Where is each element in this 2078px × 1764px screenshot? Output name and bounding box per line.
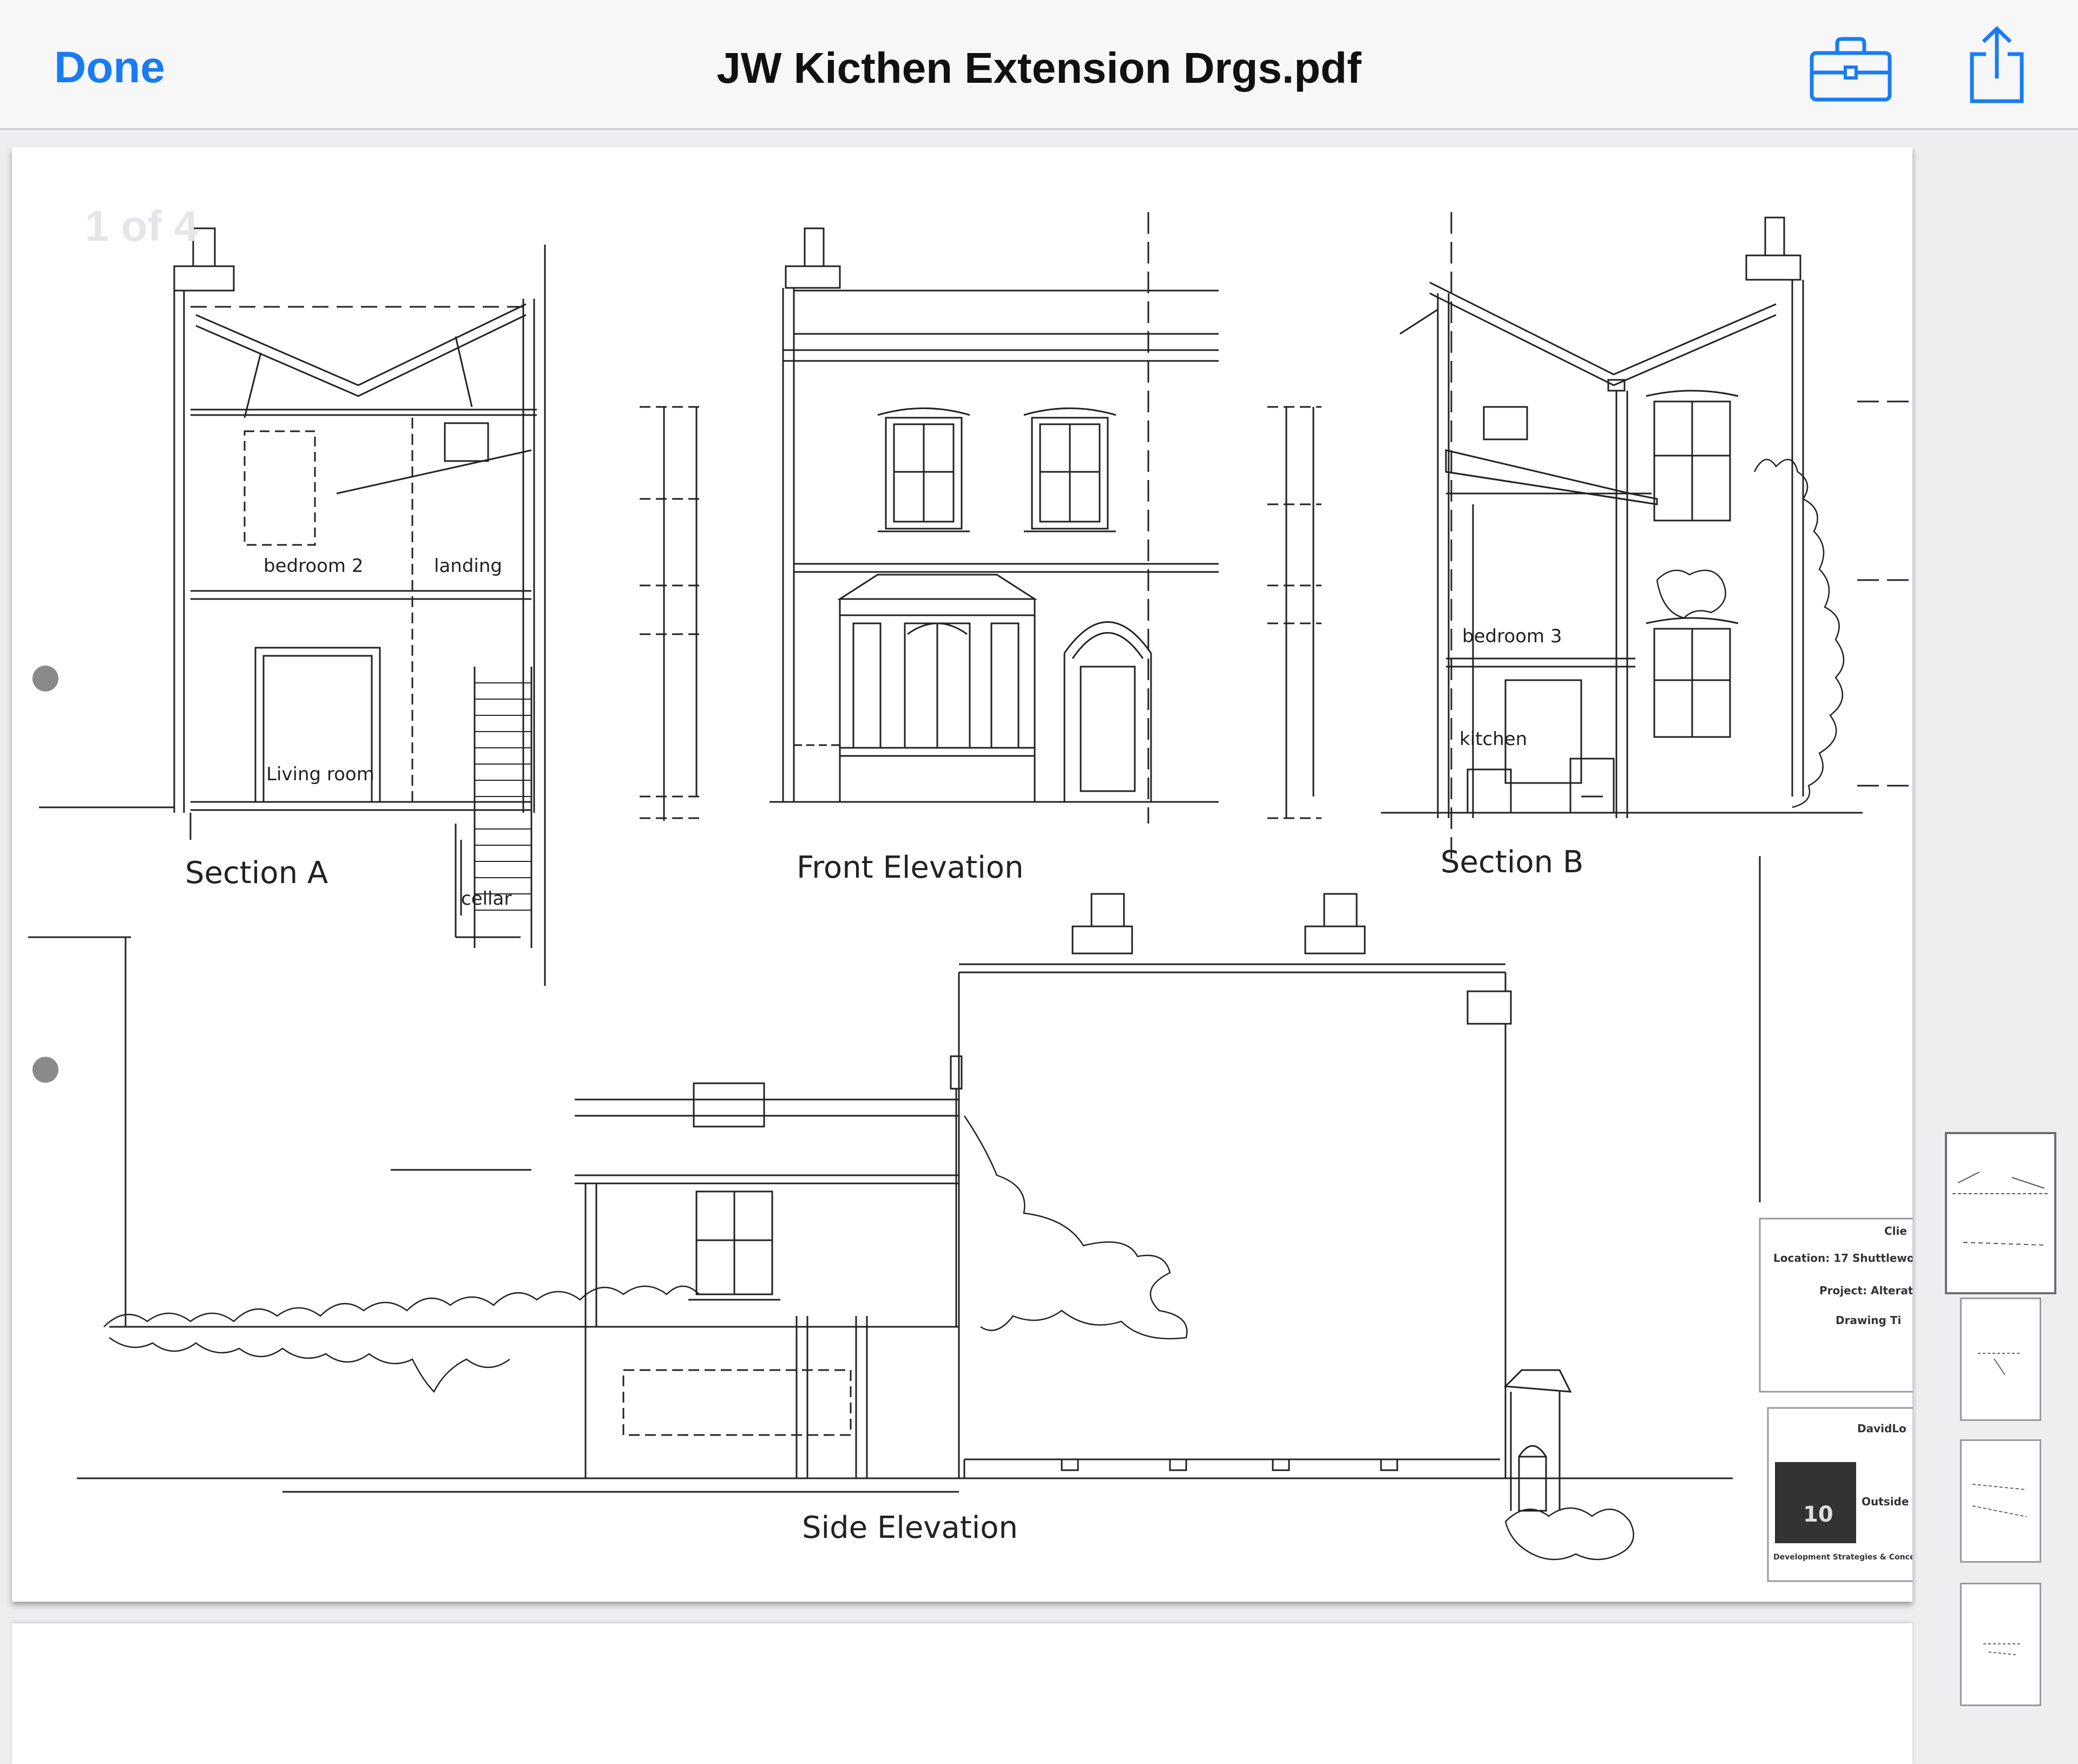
title-block-company: DavidLo bbox=[1857, 1422, 1906, 1435]
thumbnail-page-2[interactable] bbox=[1960, 1298, 2041, 1421]
navigation-bar: Done JW Kicthen Extension Drgs.pdf bbox=[0, 0, 2078, 130]
thumbnail-page-3[interactable] bbox=[1960, 1439, 2041, 1563]
label-bedroom-3: bedroom 3 bbox=[1462, 626, 1562, 647]
title-block-outside: Outside Th bbox=[1862, 1495, 1912, 1508]
binder-hole bbox=[32, 1057, 58, 1083]
label-section-b: Section B bbox=[1441, 845, 1583, 880]
label-side-elevation: Side Elevation bbox=[802, 1510, 1018, 1545]
label-cellar: cellar bbox=[461, 888, 511, 910]
title-block-project: Project: Alterati bbox=[1819, 1284, 1912, 1297]
title-block-drawing-title: Drawing Ti bbox=[1836, 1314, 1901, 1327]
page-thumbnail-strip bbox=[1912, 1125, 2078, 1740]
thumbnail-page-4[interactable] bbox=[1960, 1583, 2041, 1706]
label-kitchen: kitchen bbox=[1459, 728, 1527, 750]
label-landing: landing bbox=[434, 555, 502, 577]
label-bedroom-2: bedroom 2 bbox=[264, 555, 363, 577]
title-block-footer: Development Strategies & Concepts bbox=[1773, 1553, 1912, 1562]
pdf-page-2[interactable] bbox=[12, 1623, 1912, 1764]
architectural-drawing: Section A Front Elevation Section B Side… bbox=[28, 212, 1912, 1582]
label-front-elevation: Front Elevation bbox=[797, 850, 1024, 885]
label-living-room: Living room bbox=[266, 763, 374, 785]
title-block-client: Clie bbox=[1884, 1225, 1907, 1238]
title-block-seal: 10 bbox=[1803, 1502, 1833, 1527]
page-indicator: 1 of 4 bbox=[85, 202, 198, 250]
thumbnail-page-1[interactable] bbox=[1945, 1132, 2056, 1294]
share-icon[interactable] bbox=[1964, 24, 2029, 108]
binder-hole bbox=[32, 666, 58, 692]
toolbox-icon[interactable] bbox=[1807, 34, 1894, 107]
pdf-page-1[interactable]: Section A Front Elevation Section B Side… bbox=[12, 147, 1912, 1602]
label-section-a: Section A bbox=[185, 855, 328, 891]
title-block-location: Location: 17 Shuttleworth bbox=[1773, 1252, 1912, 1265]
document-title: JW Kicthen Extension Drgs.pdf bbox=[716, 44, 1362, 92]
